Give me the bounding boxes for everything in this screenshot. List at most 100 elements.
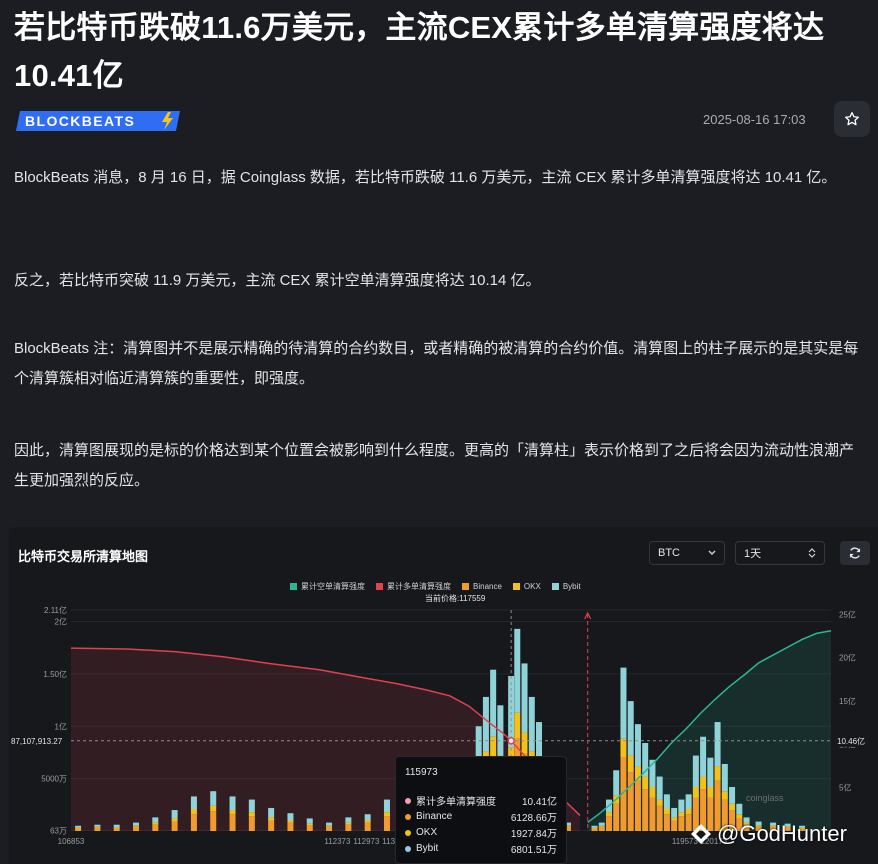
bar-segment-okx xyxy=(364,820,371,823)
bar-segment-okx xyxy=(248,812,255,817)
bar-segment-okx xyxy=(171,818,178,822)
crosshair-right-label: 10.46亿 xyxy=(837,736,865,746)
bar-segment-binance xyxy=(663,814,670,831)
article-paragraph-3: BlockBeats 注：清算图并不是展示精确的待清算的合约数目，或者精确的被清… xyxy=(14,340,859,387)
tooltip-series-name: Binance xyxy=(416,811,453,822)
left-axis-tick-label: 63万 xyxy=(50,826,67,835)
bar-segment-binance xyxy=(190,814,197,831)
liquidation-map-card: 比特币交易所清算地图 BTC 1天 累计空单清算强度 累计多单清算强度 Bina… xyxy=(9,527,878,864)
tooltip-series-value: 6801.51万 xyxy=(510,845,557,856)
bar-segment-binance xyxy=(268,820,275,831)
bar-segment-binance xyxy=(171,821,178,831)
bar-segment-okx xyxy=(345,822,352,825)
bar-segment-binance xyxy=(671,820,678,831)
article-paragraph-1: BlockBeats 消息，8 月 16 日，据 Coinglass 数据，若比… xyxy=(14,169,837,186)
bar-segment-binance xyxy=(678,816,685,831)
bar-segment-okx xyxy=(721,791,728,800)
bar-segment-okx xyxy=(671,817,678,821)
bar-segment-bybit xyxy=(113,824,120,828)
tooltip-dot xyxy=(405,813,411,820)
favorite-button[interactable] xyxy=(834,101,870,137)
x-axis-tick-label: 106853 xyxy=(58,837,85,846)
bar-segment-binance xyxy=(598,826,605,831)
bar-segment-okx xyxy=(94,826,101,828)
bar-segment-bybit xyxy=(685,794,692,810)
bar-segment-binance xyxy=(287,822,294,831)
bar-segment-binance xyxy=(345,824,352,831)
tooltip-row: 累计多单清算强度 10.41亿 xyxy=(405,793,557,808)
publish-date: 2025-08-16 17:03 xyxy=(703,112,806,127)
bar-segment-bybit xyxy=(598,822,605,826)
bar-segment-bybit xyxy=(268,807,275,818)
bar-segment-okx xyxy=(326,825,333,827)
bar-segment-bybit xyxy=(692,755,699,788)
bar-segment-okx xyxy=(714,766,721,781)
bar-segment-okx xyxy=(210,805,217,812)
bar-segment-bybit xyxy=(620,667,627,739)
bar-segment-okx xyxy=(729,803,736,811)
left-axis-tick-label: 1.50亿 xyxy=(43,669,67,679)
bar-segment-bybit xyxy=(721,763,728,792)
bar-segment-binance xyxy=(133,826,140,831)
tooltip-series-name: OKX xyxy=(416,827,438,838)
bar-segment-okx xyxy=(268,817,275,821)
bar-segment-bybit xyxy=(528,696,535,752)
bar-segment-okx xyxy=(113,827,120,829)
bar-segment-okx xyxy=(700,776,707,790)
bar-segment-bybit xyxy=(345,817,352,823)
bar-segment-bybit xyxy=(707,757,714,788)
tooltip-dot xyxy=(405,829,411,836)
bar-segment-binance xyxy=(210,811,217,831)
bar-segment-bybit xyxy=(482,696,489,752)
blockbeats-logo[interactable]: BLOCKBEATS xyxy=(16,109,182,133)
author-watermark-text: @GodHunter xyxy=(717,821,847,846)
bar-segment-okx xyxy=(649,787,656,798)
bar-segment-binance xyxy=(326,826,333,831)
bar-segment-bybit xyxy=(663,794,670,810)
bar-segment-okx xyxy=(306,823,313,826)
x-axis-tick-label: 112973 xyxy=(353,837,380,846)
bar-segment-bybit xyxy=(75,825,82,828)
tooltip-series-value: 1927.84万 xyxy=(510,829,557,840)
bar-segment-bybit xyxy=(210,791,217,806)
bar-segment-binance xyxy=(248,816,255,831)
left-axis-tick-label: 1亿 xyxy=(55,721,67,731)
bar-segment-binance xyxy=(605,816,612,831)
bar-segment-bybit xyxy=(627,701,634,756)
tooltip-series-value: 6128.66万 xyxy=(510,813,557,824)
bar-segment-binance xyxy=(364,822,371,831)
bar-segment-okx xyxy=(605,812,612,817)
bar-segment-binance xyxy=(94,827,101,831)
bar-segment-binance xyxy=(383,816,390,831)
bar-segment-okx xyxy=(229,810,236,815)
bar-segment-binance xyxy=(152,824,159,831)
bar-segment-okx xyxy=(685,809,692,815)
bar-segment-okx xyxy=(514,712,521,739)
bar-segment-okx xyxy=(521,732,528,754)
bar-segment-okx xyxy=(663,809,670,815)
bar-segment-bybit xyxy=(656,776,663,800)
bar-segment-okx xyxy=(133,825,140,827)
bar-segment-binance xyxy=(642,789,649,831)
bar-segment-okx xyxy=(707,787,714,798)
right-axis-tick-label: 15亿 xyxy=(839,696,856,706)
right-axis-tick-label: 20亿 xyxy=(839,653,856,663)
bar-segment-binance xyxy=(656,805,663,831)
bar-segment-bybit xyxy=(521,663,528,733)
bar-segment-binance xyxy=(306,825,313,831)
article-title: 若比特币跌破11.6万美元，主流CEX累计多单清算强度将达10.41亿 xyxy=(14,10,825,93)
bar-segment-bybit xyxy=(287,813,294,821)
diamond-logo-icon xyxy=(691,824,711,844)
bar-segment-binance xyxy=(627,772,634,831)
bar-segment-bybit xyxy=(736,803,743,815)
crosshair-point xyxy=(507,737,515,745)
bar-segment-bybit xyxy=(229,796,236,811)
bar-segment-okx xyxy=(598,825,605,827)
tooltip-dot xyxy=(405,845,411,852)
bar-segment-bybit xyxy=(714,722,721,767)
bar-segment-bybit xyxy=(634,724,641,767)
bar-segment-binance xyxy=(229,814,236,831)
bar-segment-bybit xyxy=(306,818,313,824)
bar-segment-binance xyxy=(613,803,620,831)
bar-segment-bybit xyxy=(383,799,390,813)
